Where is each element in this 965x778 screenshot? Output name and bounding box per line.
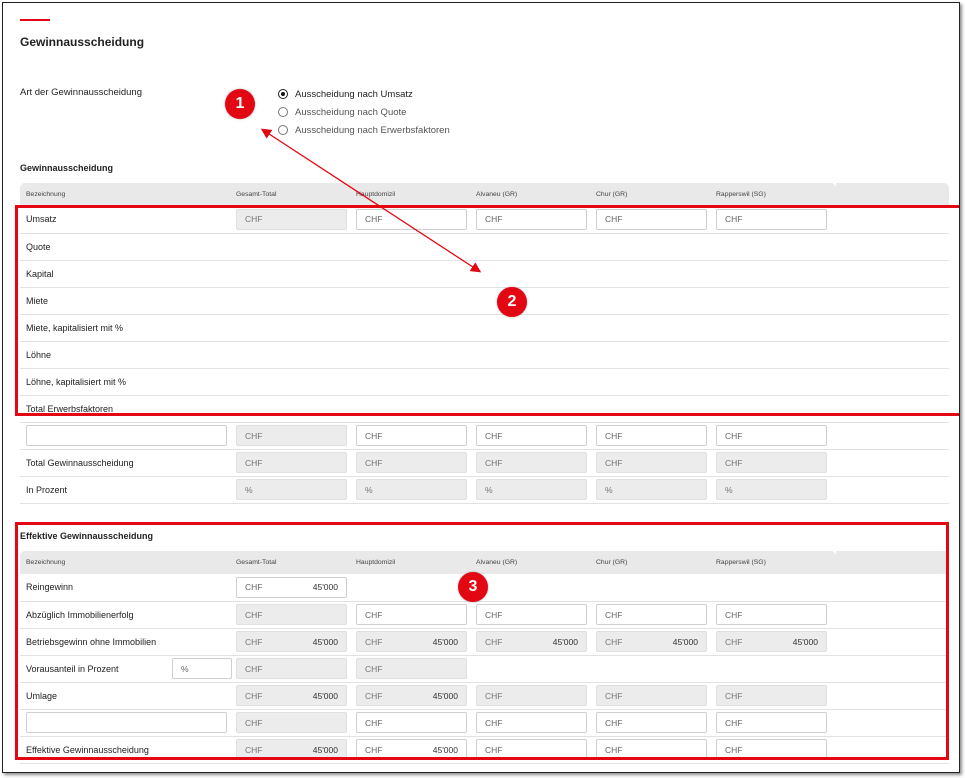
marker-2-badge: 2 bbox=[497, 287, 527, 317]
app-window: Gewinnausscheidung Art der Gewinnaussche… bbox=[2, 2, 960, 773]
marker-3-badge: 3 bbox=[458, 572, 488, 602]
marker-1-badge: 1 bbox=[225, 89, 255, 119]
annotation-arrow bbox=[260, 128, 482, 273]
